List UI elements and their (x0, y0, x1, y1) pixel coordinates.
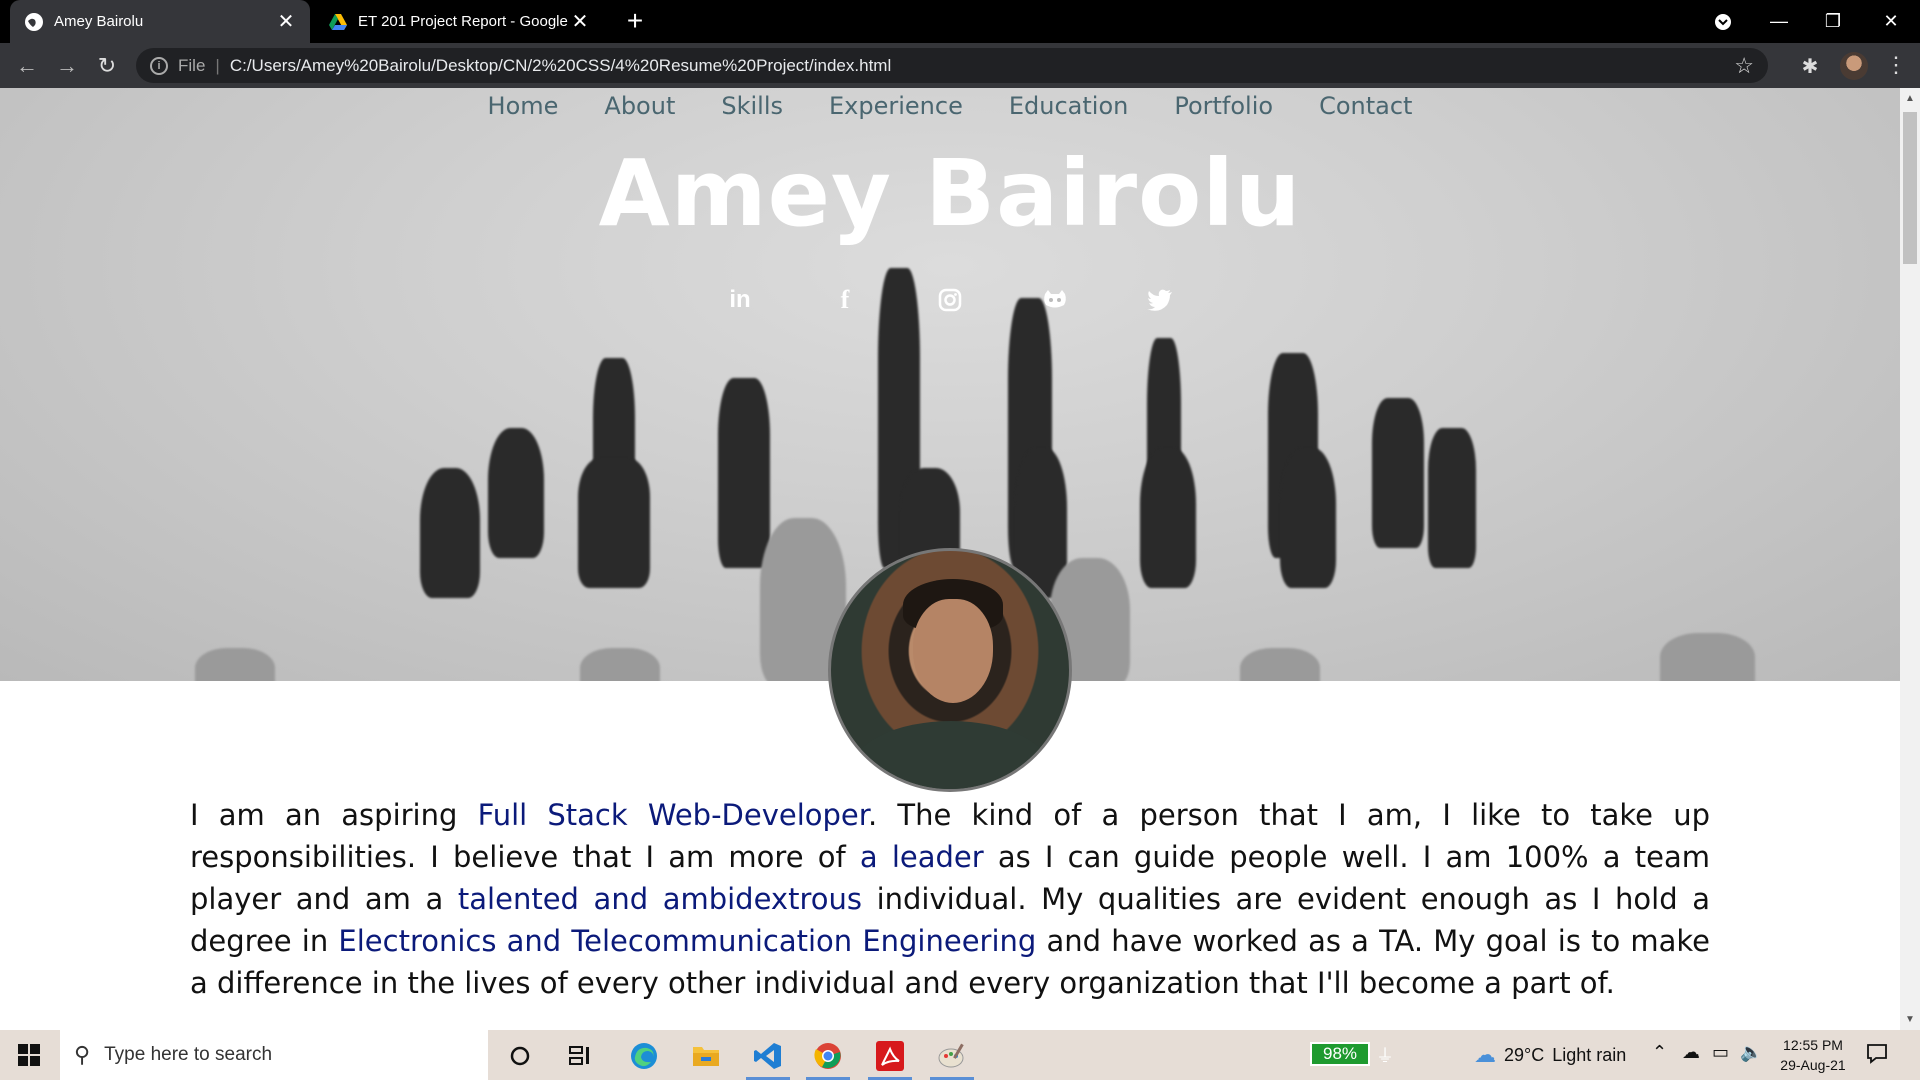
chess-piece (195, 648, 275, 681)
chess-piece (580, 648, 660, 681)
chess-piece (488, 428, 544, 558)
tab-strip: Amey Bairolu ✕ ET 201 Project Report - G… (0, 0, 1920, 43)
nav-skills[interactable]: Skills (698, 88, 806, 128)
restore-icon[interactable]: ❐ (1810, 0, 1856, 43)
cortana-icon[interactable] (494, 1035, 546, 1077)
task-view-icon[interactable] (554, 1035, 606, 1077)
clock-time: 12:55 PM (1783, 1037, 1843, 1053)
paint-app-icon[interactable] (926, 1035, 978, 1080)
instagram-icon[interactable] (936, 286, 964, 314)
browser-toolbar: ← → ↻ i File | C:/Users/Amey%20Bairolu/D… (0, 43, 1920, 88)
tab-et201-report[interactable]: ET 201 Project Report - Google D ✕ (314, 0, 604, 43)
nav-experience[interactable]: Experience (806, 88, 986, 128)
globe-icon (25, 12, 43, 31)
github-icon[interactable] (1041, 286, 1069, 314)
chess-piece (1140, 448, 1196, 588)
back-icon[interactable]: ← (12, 51, 42, 81)
vscode-icon[interactable] (742, 1035, 794, 1080)
scroll-up-icon[interactable]: ▲ (1900, 90, 1920, 108)
menu-icon[interactable]: ⋮ (1885, 52, 1907, 78)
windows-logo-icon (18, 1044, 40, 1066)
profile-avatar[interactable] (1840, 52, 1868, 80)
photo-face (913, 599, 993, 703)
url-text[interactable]: C:/Users/Amey%20Bairolu/Desktop/CN/2%20C… (230, 56, 891, 76)
clock-date: 29-Aug-21 (1780, 1057, 1846, 1073)
file-label: File (178, 55, 206, 75)
chevron-up-icon[interactable]: ⌃ (1652, 1042, 1667, 1063)
chess-piece (1240, 648, 1320, 681)
site-nav: Home About Skills Experience Education P… (0, 88, 1900, 128)
chess-piece (420, 468, 480, 598)
page-viewport: Home About Skills Experience Education P… (0, 88, 1900, 1030)
nav-about[interactable]: About (581, 88, 698, 128)
bio-paragraph: I am an aspiring Full Stack Web-Develope… (190, 794, 1710, 1004)
chess-piece (718, 378, 770, 568)
scroll-down-icon[interactable]: ▼ (1900, 1011, 1920, 1029)
close-tab-icon[interactable]: ✕ (570, 11, 590, 33)
onedrive-icon[interactable]: ☁ (1682, 1042, 1700, 1063)
extensions-icon[interactable]: ✱ (1797, 53, 1823, 79)
weather-desc: Light rain (1552, 1044, 1627, 1065)
linkedin-icon[interactable]: in (726, 286, 754, 314)
system-clock[interactable]: 12:55 PM 29-Aug-21 (1768, 1035, 1858, 1075)
charging-plug-icon: ⏚ (1376, 1046, 1394, 1066)
tab-title: ET 201 Project Report - Google D (358, 13, 570, 30)
tab-amey-bairolu[interactable]: Amey Bairolu ✕ (10, 0, 310, 43)
nav-home[interactable]: Home (465, 88, 582, 128)
chess-piece (1428, 428, 1476, 568)
weather-rain-icon: ☁ (1474, 1042, 1496, 1067)
search-icon: ⚲ (74, 1042, 91, 1067)
search-placeholder: Type here to search (104, 1044, 273, 1065)
bookmark-star-icon[interactable]: ☆ (1734, 53, 1754, 79)
address-bar[interactable]: i File | C:/Users/Amey%20Bairolu/Desktop… (136, 48, 1768, 83)
bio-text: I am an aspiring (190, 798, 478, 832)
tab-title: Amey Bairolu (54, 13, 144, 30)
notification-icon[interactable] (1866, 1042, 1888, 1070)
chess-piece (1660, 633, 1755, 681)
nav-portfolio[interactable]: Portfolio (1151, 88, 1296, 128)
info-icon[interactable]: i (150, 56, 168, 75)
google-drive-icon (329, 13, 347, 30)
chess-piece (1372, 398, 1424, 548)
reload-icon[interactable]: ↻ (92, 51, 122, 81)
edge-icon[interactable] (618, 1035, 670, 1077)
tab-search-icon[interactable] (1700, 0, 1746, 43)
file-explorer-icon[interactable] (680, 1035, 732, 1077)
battery-percentage: 98% (1310, 1042, 1370, 1066)
chrome-icon[interactable] (802, 1035, 854, 1080)
nav-contact[interactable]: Contact (1296, 88, 1435, 128)
bio-highlight: talented and ambidextrous (457, 882, 862, 916)
battery-icon[interactable]: ▭ (1712, 1042, 1729, 1063)
minimize-icon[interactable]: — (1756, 0, 1802, 43)
volume-icon[interactable]: 🔈 (1740, 1042, 1762, 1063)
forward-icon[interactable]: → (52, 51, 82, 81)
nav-education[interactable]: Education (986, 88, 1151, 128)
photo-shirt (851, 721, 1051, 789)
profile-photo (828, 548, 1072, 792)
chess-piece (1280, 448, 1336, 588)
acrobat-icon[interactable] (864, 1035, 916, 1080)
windows-taskbar: ⚲ Type here to search 98% ⏚ ☁ 29°C Light… (0, 1030, 1920, 1080)
bio-highlight: Electronics and Telecommunication Engine… (338, 924, 1037, 958)
taskbar-search[interactable]: ⚲ Type here to search (60, 1030, 488, 1080)
hero-name: Amey Bairolu (598, 140, 1302, 247)
facebook-icon[interactable]: f (831, 285, 859, 314)
chess-piece (578, 458, 650, 588)
weather-temp: 29°C (1504, 1044, 1545, 1065)
start-button[interactable] (0, 1030, 58, 1080)
social-links: in f (0, 285, 1900, 314)
close-window-icon[interactable]: ✕ (1868, 0, 1914, 43)
close-tab-icon[interactable]: ✕ (276, 11, 296, 33)
bio-highlight: a leader (859, 840, 984, 874)
new-tab-button[interactable]: + (620, 5, 650, 36)
separator: | (215, 55, 220, 75)
scroll-thumb[interactable] (1903, 112, 1917, 264)
twitter-icon[interactable] (1146, 286, 1174, 314)
bio-highlight: Full Stack Web-Developer (477, 798, 869, 832)
weather-widget[interactable]: ☁ 29°C Light rain (1474, 1030, 1626, 1080)
